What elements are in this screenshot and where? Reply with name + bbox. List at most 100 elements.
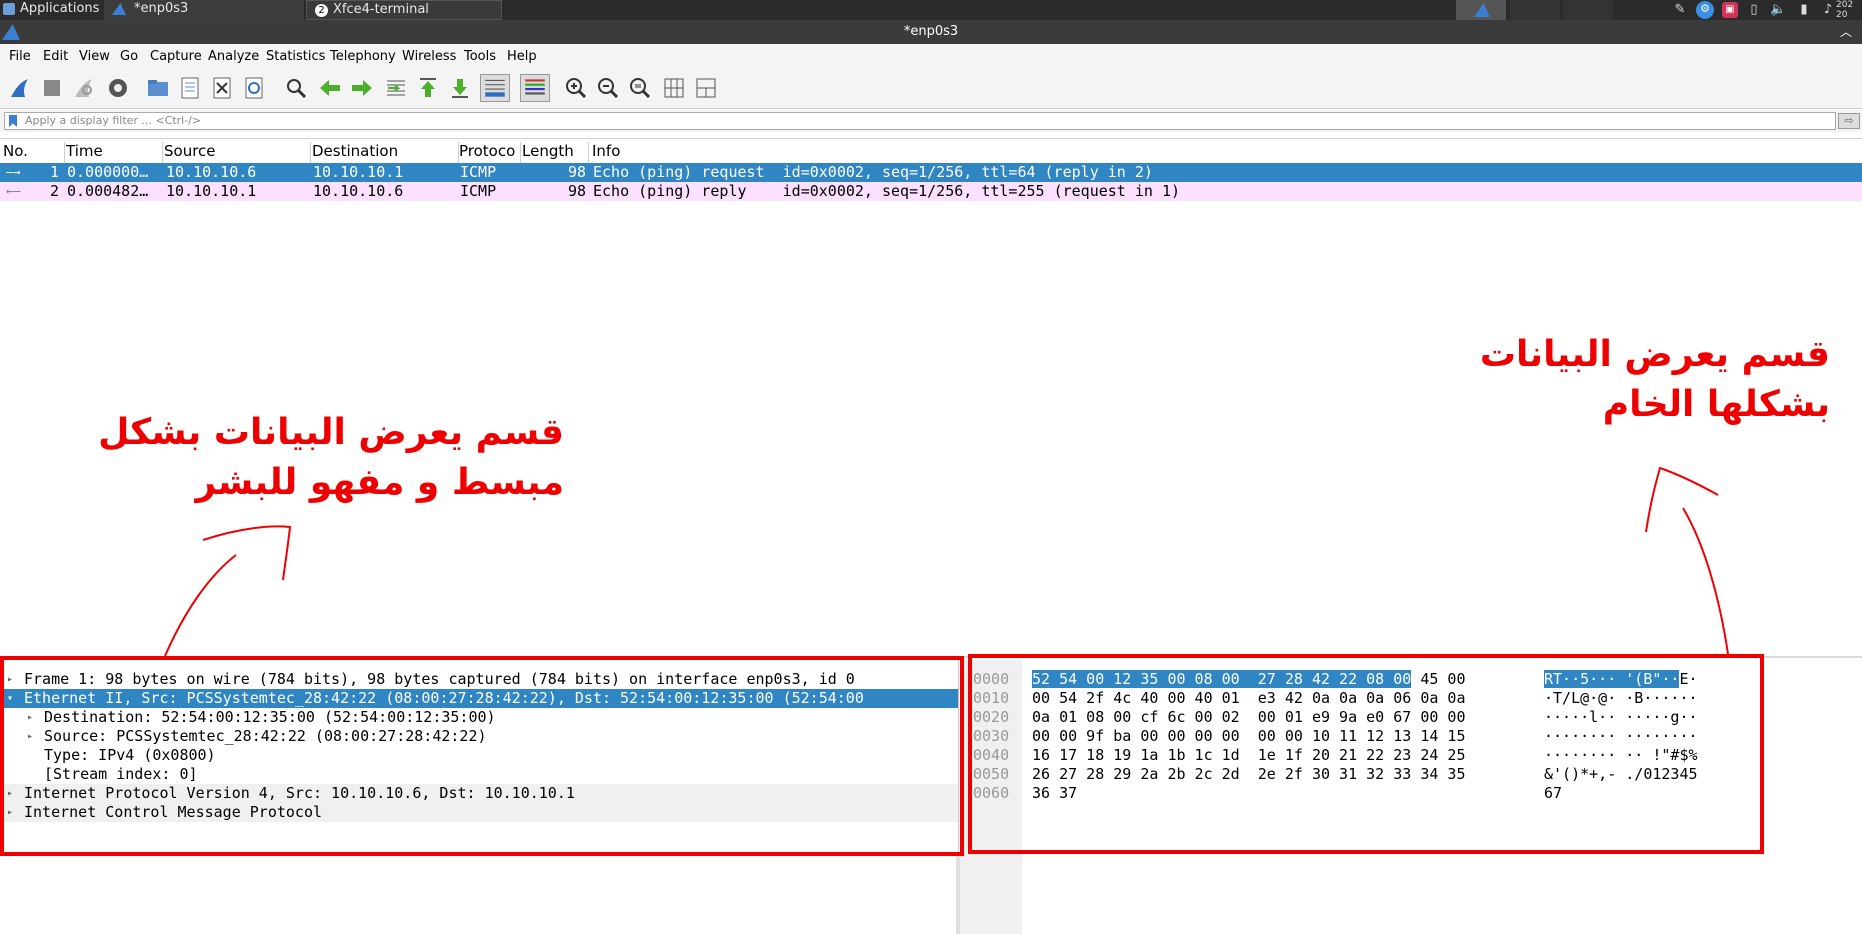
find-packet-search-icon[interactable] [284,76,308,100]
menu-edit[interactable]: Edit [43,49,68,64]
arrow-head-right [1645,466,1719,533]
workspace-2[interactable] [1510,0,1560,20]
package-icon[interactable]: ▣ [1722,2,1738,18]
go-back-arrow-icon[interactable] [318,76,342,100]
packet-no: 1 [50,163,60,181]
reload-file-icon[interactable] [242,76,266,100]
restart-capture-icon[interactable] [72,76,96,100]
col-source[interactable]: Source [164,142,216,160]
chevron-up-icon[interactable]: ︿ [1840,20,1852,44]
packet-destination: 10.10.10.6 [313,182,404,200]
save-file-icon[interactable] [178,76,202,100]
annotation-line: مبسط و مفهو للبشر [195,462,564,503]
workspace-3[interactable] [1563,0,1613,20]
packet-time: 0.000482… [67,182,149,200]
menubar: File Edit View Go Capture Analyze Statis… [0,44,1862,68]
clock[interactable]: 202 20 [1836,0,1862,20]
stop-capture-icon[interactable] [40,76,64,100]
clock-line-2: 20 [1836,10,1848,20]
packet-length: 98 [568,182,587,200]
zoom-out-icon[interactable] [596,76,620,100]
network-manager-icon[interactable]: ⚙ [1696,1,1714,19]
arrow-stroke-left [164,554,237,657]
go-to-first-packet-icon[interactable] [416,76,440,100]
menu-file[interactable]: File [9,49,31,64]
main-toolbar [0,68,1862,109]
packet-info: Echo (ping) reply id=0x0002, seq=1/256, … [593,182,1180,200]
task-label: *enp0s3 [134,1,189,16]
auto-scroll-icon[interactable] [480,74,510,102]
menu-tools[interactable]: Tools [464,49,496,64]
applications-label: Applications [20,1,100,16]
layout-panes-icon[interactable] [694,76,718,100]
col-no[interactable]: No. [3,142,28,160]
pen-icon[interactable]: ✎ [1672,2,1688,18]
task-label: Xfce4-terminal [333,2,429,17]
go-to-packet-icon[interactable] [384,76,408,100]
annotation-box-bytes [968,654,1764,854]
clock-line-1: 202 [1836,0,1854,10]
capture-options-gear-icon[interactable] [106,76,130,100]
window-titlebar[interactable]: *enp0s3 ︿ [0,20,1862,44]
normal-size-icon[interactable] [628,76,652,100]
wireshark-fin-icon [1474,3,1490,17]
menu-help[interactable]: Help [507,49,537,64]
go-to-last-packet-icon[interactable] [448,76,472,100]
window-title: *enp0s3 [903,24,959,39]
menu-analyze[interactable]: Analyze [208,49,259,64]
filter-placeholder: Apply a display filter ... <Ctrl-/> [25,114,202,127]
annotation-line: بشكلها الخام [1602,384,1830,425]
volume-icon[interactable]: 🔈 [1770,2,1786,18]
menu-capture[interactable]: Capture [150,49,202,64]
menu-go[interactable]: Go [120,49,138,64]
open-file-folder-icon[interactable] [146,76,170,100]
menu-telephony[interactable]: Telephony [330,49,396,64]
annotation-line: قسم يعرض البيانات [1479,334,1830,375]
packet-no: 2 [50,182,60,200]
close-file-icon[interactable] [210,76,234,100]
pane-divider[interactable] [956,856,960,934]
packet-source: 10.10.10.1 [166,182,257,200]
menu-statistics[interactable]: Statistics [266,49,325,64]
packet-info: Echo (ping) request id=0x0002, seq=1/256… [593,163,1153,181]
apply-filter-arrow-icon[interactable]: ⇨ [1838,113,1860,129]
col-time[interactable]: Time [66,142,103,160]
request-arrow-icon: —→ [6,165,21,179]
col-length[interactable]: Length [522,142,574,160]
packet-list-header: No. Time Source Destination Protoco Leng… [0,138,1862,166]
reply-arrow-icon: ←— [6,184,21,198]
start-capture-icon[interactable] [8,76,32,100]
zoom-in-icon[interactable] [564,76,588,100]
window-count-badge: 2 [315,4,328,17]
go-forward-arrow-icon[interactable] [350,76,374,100]
battery-icon[interactable]: ▮ [1796,2,1812,18]
annotation-box-details [0,656,964,856]
annotation-text-details: قسم يعرض البيانات بشكل مبسط و مفهو للبشر [30,408,564,508]
workspace-1[interactable] [1456,0,1506,20]
clipboard-icon[interactable]: ▯ [1746,2,1762,18]
colorize-icon[interactable] [520,74,550,102]
packet-source: 10.10.10.6 [166,163,257,181]
arrow-stroke-right [1682,507,1729,655]
task-terminal[interactable]: 2 Xfce4-terminal [306,0,502,20]
display-filter-input[interactable]: Apply a display filter ... <Ctrl-/> [4,112,1836,130]
wireshark-fin-icon [2,24,20,40]
annotation-text-bytes: قسم يعرض البيانات بشكلها الخام [1330,330,1830,430]
packet-row[interactable]: ←— 2 0.000482… 10.10.10.1 10.10.10.6 ICM… [0,182,1862,201]
notification-bell-icon[interactable]: ♪ [1820,2,1836,18]
xfce-icon [3,3,15,15]
wireshark-fin-icon [112,3,126,15]
menu-wireless[interactable]: Wireless [402,49,456,64]
col-protocol[interactable]: Protoco [459,142,515,160]
annotation-line: قسم يعرض البيانات بشكل [98,412,564,453]
packet-protocol: ICMP [460,163,497,181]
packet-length: 98 [568,163,587,181]
arrow-head-left [202,525,292,581]
col-destination[interactable]: Destination [312,142,398,160]
col-info[interactable]: Info [592,142,620,160]
menu-view[interactable]: View [79,49,110,64]
task-wireshark[interactable]: *enp0s3 [104,0,304,20]
resize-columns-icon[interactable] [662,76,686,100]
applications-menu-button[interactable]: Applications [0,0,102,20]
packet-row[interactable]: —→ 1 0.000000… 10.10.10.6 10.10.10.1 ICM… [0,163,1862,182]
